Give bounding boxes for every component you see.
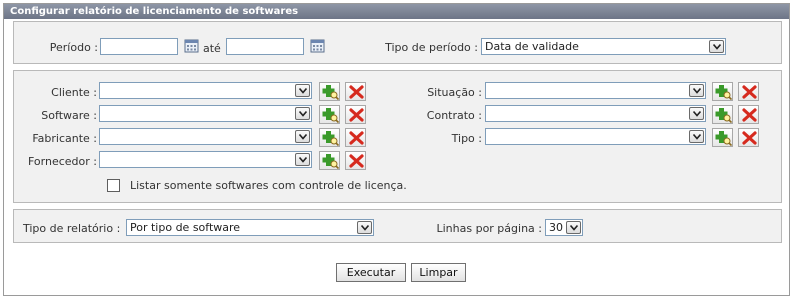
period-type-select[interactable]: Data de validade bbox=[481, 38, 726, 55]
remove-software-button[interactable] bbox=[345, 105, 366, 124]
add-tipo-button[interactable] bbox=[712, 128, 733, 147]
tipo-label: Tipo : bbox=[451, 132, 482, 145]
calendar-icon[interactable] bbox=[310, 38, 325, 53]
chevron-down-icon[interactable] bbox=[566, 221, 581, 234]
window-title: Configurar relatório de licenciamento de… bbox=[4, 4, 789, 19]
cliente-select[interactable] bbox=[99, 82, 312, 99]
period-panel: Período : até Tipo de período : Data de … bbox=[13, 21, 782, 64]
report-type-select[interactable]: Por tipo de software bbox=[126, 219, 374, 236]
situacao-label: Situação : bbox=[427, 86, 482, 99]
contrato-label: Contrato : bbox=[426, 109, 482, 122]
clear-button[interactable]: Limpar bbox=[411, 263, 466, 282]
chevron-down-icon[interactable] bbox=[709, 40, 724, 53]
chevron-down-icon[interactable] bbox=[295, 84, 310, 97]
chevron-down-icon[interactable] bbox=[689, 84, 704, 97]
lines-per-page-select[interactable]: 30 bbox=[545, 219, 583, 236]
situacao-select[interactable] bbox=[485, 82, 706, 99]
fabricante-label: Fabricante : bbox=[32, 132, 97, 145]
fabricante-select[interactable] bbox=[99, 128, 312, 145]
license-control-checkbox[interactable] bbox=[107, 179, 120, 192]
chevron-down-icon[interactable] bbox=[689, 130, 704, 143]
period-between-label: até bbox=[203, 42, 221, 55]
fornecedor-label: Fornecedor : bbox=[28, 155, 97, 168]
remove-fabricante-button[interactable] bbox=[345, 128, 366, 147]
report-config-window: Configurar relatório de licenciamento de… bbox=[3, 3, 790, 296]
calendar-icon[interactable] bbox=[184, 38, 199, 53]
chevron-down-icon[interactable] bbox=[357, 221, 372, 234]
add-cliente-button[interactable] bbox=[319, 82, 340, 101]
license-control-label: Listar somente softwares com controle de… bbox=[130, 179, 407, 192]
report-options-panel: Tipo de relatório : Por tipo de software… bbox=[13, 209, 782, 243]
remove-situacao-button[interactable] bbox=[738, 82, 759, 101]
chevron-down-icon[interactable] bbox=[295, 153, 310, 166]
chevron-down-icon[interactable] bbox=[295, 107, 310, 120]
add-software-button[interactable] bbox=[319, 105, 340, 124]
lines-per-page-label: Linhas por página : bbox=[436, 222, 542, 235]
add-situacao-button[interactable] bbox=[712, 82, 733, 101]
remove-fornecedor-button[interactable] bbox=[345, 151, 366, 170]
chevron-down-icon[interactable] bbox=[295, 130, 310, 143]
period-start-input[interactable] bbox=[100, 38, 178, 55]
add-fabricante-button[interactable] bbox=[319, 128, 340, 147]
software-select[interactable] bbox=[99, 105, 312, 122]
period-label: Período : bbox=[49, 41, 98, 54]
fornecedor-select[interactable] bbox=[99, 151, 312, 168]
execute-button[interactable]: Executar bbox=[336, 263, 406, 282]
period-type-label: Tipo de período : bbox=[385, 41, 478, 54]
remove-contrato-button[interactable] bbox=[738, 105, 759, 124]
contrato-select[interactable] bbox=[485, 105, 706, 122]
report-type-label: Tipo de relatório : bbox=[23, 222, 121, 235]
add-fornecedor-button[interactable] bbox=[319, 151, 340, 170]
add-contrato-button[interactable] bbox=[712, 105, 733, 124]
chevron-down-icon[interactable] bbox=[689, 107, 704, 120]
remove-tipo-button[interactable] bbox=[738, 128, 759, 147]
tipo-select[interactable] bbox=[485, 128, 706, 145]
remove-cliente-button[interactable] bbox=[345, 82, 366, 101]
period-end-input[interactable] bbox=[226, 38, 304, 55]
software-label: Software : bbox=[41, 109, 97, 122]
cliente-label: Cliente : bbox=[51, 86, 97, 99]
filters-panel: Cliente : Software : Fabricante : Fornec… bbox=[13, 70, 782, 203]
